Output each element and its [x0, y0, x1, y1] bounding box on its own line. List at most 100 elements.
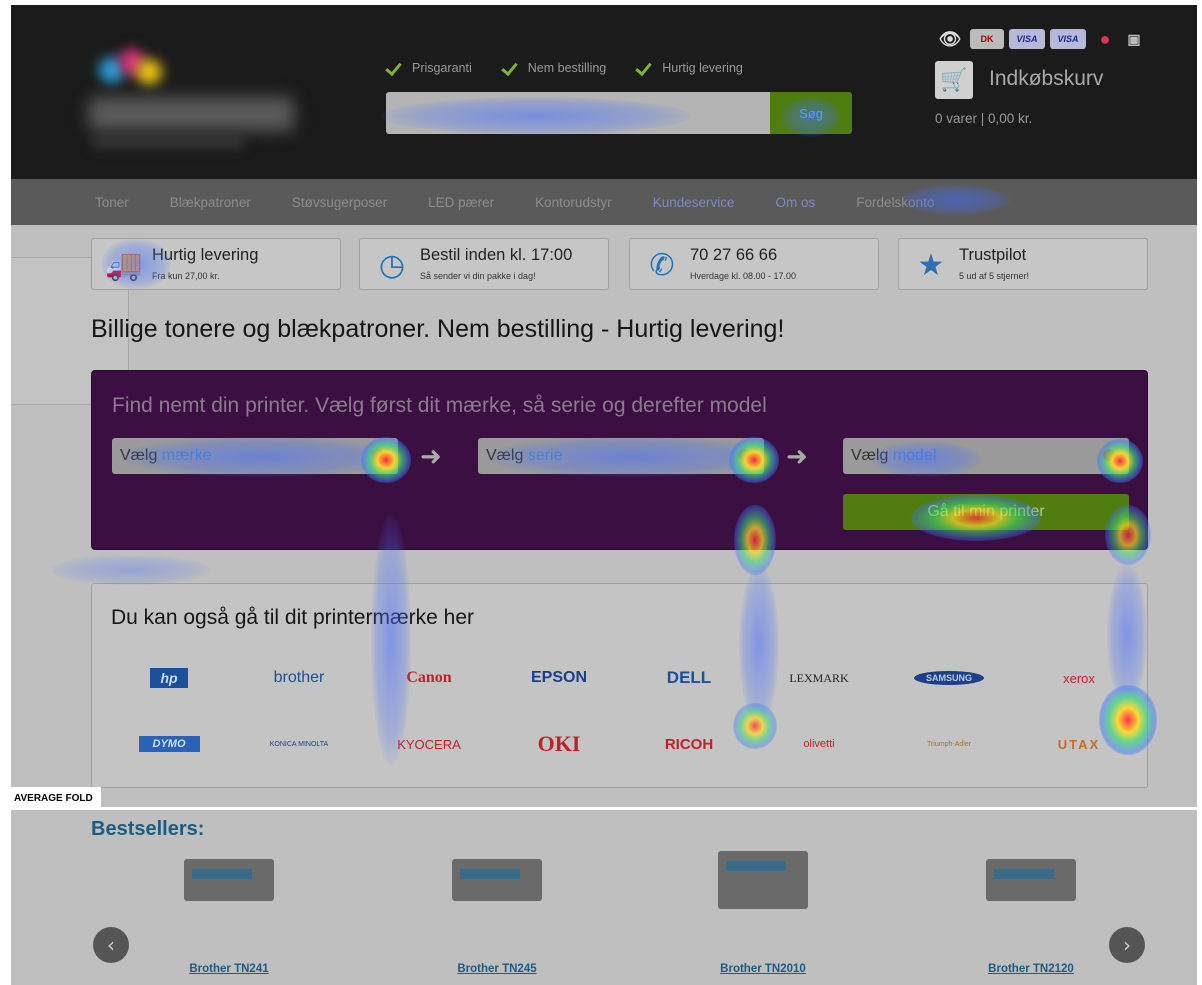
brand-logo-brother[interactable]: brother [244, 664, 354, 692]
main-nav: Toner Blækpatroner Støvsugerposer LED pæ… [11, 179, 1197, 225]
info-subtitle: Så sender vi din pakke i dag! [420, 271, 536, 281]
star-icon: ★ [917, 248, 945, 282]
payment-icons: 👁 DK VISA VISA ● ▣ [935, 29, 1144, 49]
brand-logo-xerox[interactable]: xerox [1024, 664, 1134, 692]
printer-finder: Find nemt din printer. Vælg først dit mæ… [91, 370, 1148, 550]
cart-summary: 0 varer | 0,00 kr. [935, 111, 1033, 126]
product-image[interactable] [184, 859, 274, 901]
usp-item: Prisgaranti [386, 61, 472, 75]
eye-icon: 👁 [938, 28, 962, 49]
brand-logo-epson[interactable]: EPSON [504, 664, 614, 692]
product-image[interactable] [452, 859, 542, 901]
brand-logo-olivetti[interactable]: olivetti [764, 730, 874, 758]
nav-item-stovsugerposer[interactable]: Støvsugerposer [292, 195, 387, 210]
usp-label: Hurtig levering [662, 61, 743, 75]
info-subtitle: Fra kun 27,00 kr. [152, 271, 220, 281]
info-box-trustpilot[interactable]: ★ Trustpilot 5 ud af 5 stjerner! [898, 238, 1148, 290]
brand-logo-konica-minolta[interactable]: KONICA MINOLTA [244, 730, 354, 758]
series-select[interactable]: Vælg serie [478, 438, 764, 474]
chevron-down-icon[interactable] [372, 449, 384, 461]
info-title: 70 27 66 66 [690, 246, 778, 264]
select-prefix: Vælg [851, 447, 889, 464]
go-to-printer-button[interactable]: Gå til min printer [843, 494, 1129, 530]
finder-title: Find nemt din printer. Vælg først dit mæ… [112, 394, 767, 417]
product-link[interactable]: Brother TN241 [144, 963, 314, 975]
chevron-down-icon[interactable] [1103, 449, 1115, 461]
select-prefix: Vælg [486, 447, 524, 464]
brand-logo-oki[interactable]: OKI [504, 730, 614, 758]
chevron-down-icon[interactable] [738, 449, 750, 461]
nav-item-blaekpatroner[interactable]: Blækpatroner [170, 195, 251, 210]
select-word: mærke [161, 447, 212, 464]
brand-logo-dell[interactable]: DELL [634, 664, 744, 692]
info-box-order-deadline[interactable]: ◷ Bestil inden kl. 17:00 Så sender vi di… [359, 238, 609, 290]
brand-logo-triumph-adler[interactable]: Triumph-Adler [894, 730, 1004, 758]
arrow-right-icon: ➜ [420, 441, 442, 471]
nav-item-kundeservice[interactable]: Kundeservice [653, 195, 735, 210]
brand-logo-utax[interactable]: UTAX [1024, 730, 1134, 758]
site-header: Prisgaranti Nem bestilling Hurtig leveri… [11, 5, 1197, 179]
dankort-icon: DK [970, 29, 1004, 49]
mastercard-icon: ● [1099, 28, 1111, 49]
nav-item-kontorudstyr[interactable]: Kontorudstyr [535, 195, 612, 210]
visa-electron-icon: VISA [1050, 29, 1086, 49]
site-logo[interactable] [81, 35, 311, 165]
usp-list: Prisgaranti Nem bestilling Hurtig leveri… [386, 61, 743, 75]
brand-logo-kyocera[interactable]: KYOCERA [374, 730, 484, 758]
search-input[interactable] [386, 92, 770, 134]
other-card-icon: ▣ [1127, 30, 1141, 47]
page-headline: Billige tonere og blækpatroner. Nem best… [91, 315, 785, 343]
nav-item-fordelskonto[interactable]: Fordelskonto [856, 195, 934, 210]
brand-logo-hp[interactable]: hp [114, 664, 224, 692]
brand-logo-canon[interactable]: Canon [374, 664, 484, 692]
usp-label: Nem bestilling [527, 61, 607, 75]
search-bar: Søg [386, 92, 852, 134]
select-word: model [892, 447, 937, 464]
checkmark-icon [502, 61, 520, 75]
nav-item-toner[interactable]: Toner [95, 195, 129, 210]
search-button[interactable]: Søg [770, 92, 852, 134]
cart-title[interactable]: Indkøbskurv [989, 67, 1103, 91]
product-link[interactable]: Brother TN2120 [946, 963, 1116, 975]
carousel-next-button[interactable]: › [1109, 927, 1145, 963]
brand-grid: Du kan også gå til dit printermærke her … [91, 583, 1148, 788]
visa-icon: VISA [1009, 29, 1045, 49]
usp-item: Hurtig levering [636, 61, 743, 75]
brand-logo-ricoh[interactable]: RICOH [634, 730, 744, 758]
usp-label: Prisgaranti [412, 61, 472, 75]
brand-select[interactable]: Vælg mærke [112, 438, 398, 474]
product-link[interactable]: Brother TN245 [412, 963, 582, 975]
phone-icon: ✆ [649, 248, 675, 282]
product-card[interactable]: Brother TN2010 [678, 845, 848, 985]
info-title: Hurtig levering [152, 246, 259, 264]
nav-item-om-os[interactable]: Om os [776, 195, 816, 210]
average-fold-label: AVERAGE FOLD [11, 787, 101, 809]
model-select[interactable]: Vælg model [843, 438, 1129, 474]
product-image[interactable] [718, 851, 808, 909]
product-image[interactable] [986, 859, 1076, 901]
select-word: serie [527, 447, 563, 464]
info-subtitle: 5 ud af 5 stjerner! [959, 271, 1030, 281]
brand-logo-samsung[interactable]: SAMSUNG [894, 664, 1004, 692]
select-prefix: Vælg [120, 447, 158, 464]
average-fold-line [11, 807, 1197, 810]
product-card[interactable]: Brother TN241 [144, 845, 314, 985]
page-frame: Prisgaranti Nem bestilling Hurtig leveri… [11, 5, 1197, 985]
product-link[interactable]: Brother TN2010 [678, 963, 848, 975]
nav-item-led-paerer[interactable]: LED pærer [428, 195, 494, 210]
info-title: Bestil inden kl. 17:00 [420, 246, 573, 264]
brand-logo-dymo[interactable]: DYMO [114, 730, 224, 758]
info-box-phone[interactable]: ✆ 70 27 66 66 Hverdage kl. 08.00 - 17.00 [629, 238, 879, 290]
info-subtitle: Hverdage kl. 08.00 - 17.00 [690, 271, 797, 281]
cart-icon[interactable]: 🛒 [935, 61, 973, 99]
product-card[interactable]: Brother TN245 [412, 845, 582, 985]
carousel-prev-button[interactable]: ‹ [93, 927, 129, 963]
truck-icon: 🚚 [105, 248, 143, 282]
checkmark-icon [636, 61, 654, 75]
heatmap-blob [51, 555, 211, 585]
brand-logo-lexmark[interactable]: LEXMARK [764, 664, 874, 692]
info-box-delivery[interactable]: 🚚 Hurtig levering Fra kun 27,00 kr. [91, 238, 341, 290]
brands-title: Du kan også gå til dit printermærke her [111, 606, 474, 629]
checkmark-icon [386, 61, 404, 75]
product-card[interactable]: Brother TN2120 [946, 845, 1116, 985]
